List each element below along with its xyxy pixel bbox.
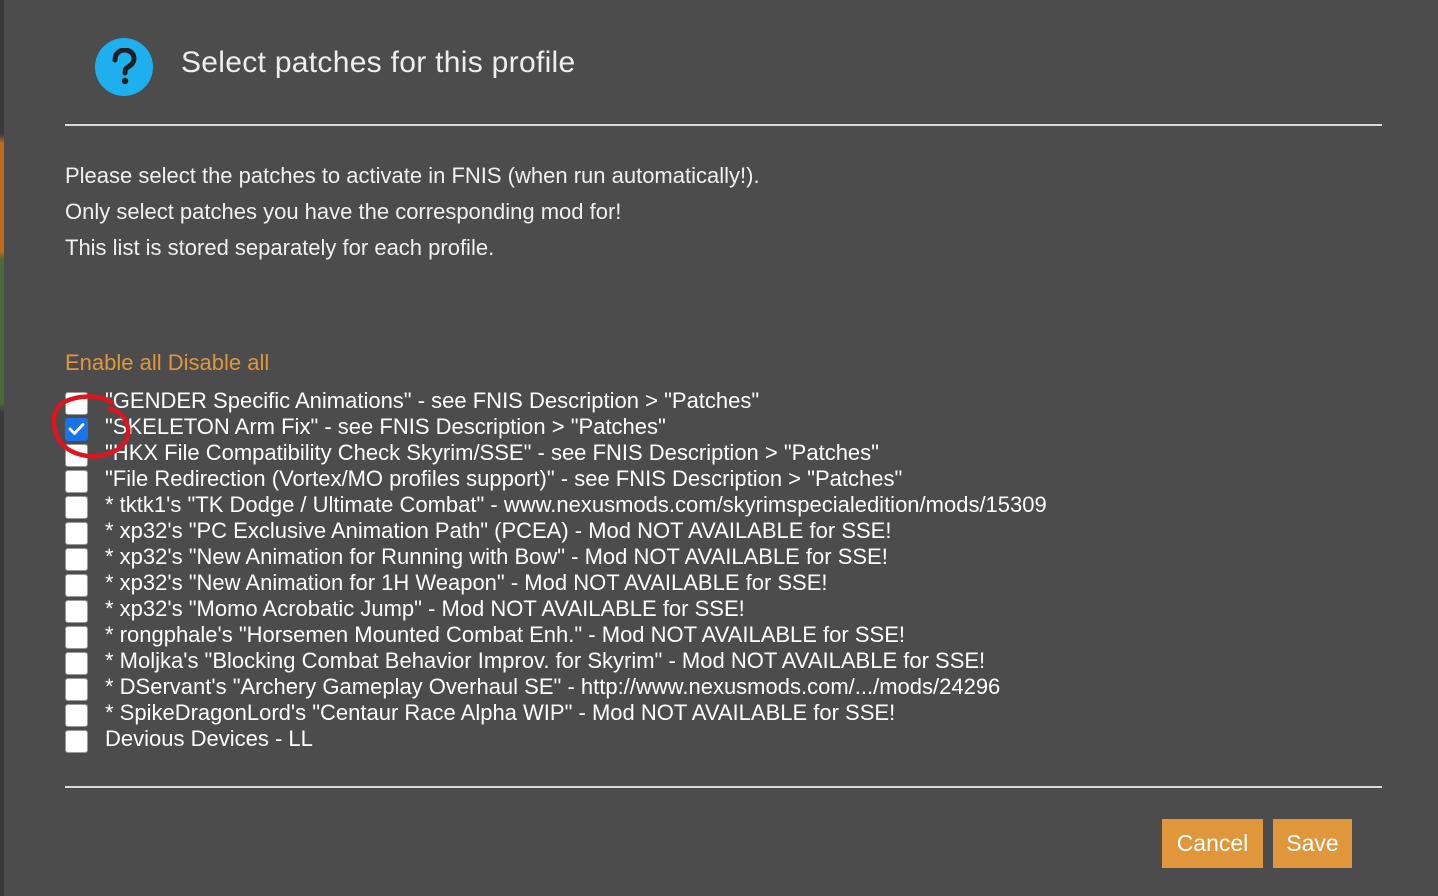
- patch-row: "File Redirection (Vortex/MO profiles su…: [65, 466, 1047, 493]
- patch-checkbox[interactable]: [65, 417, 88, 441]
- patch-checkbox[interactable]: [65, 651, 88, 675]
- disable-all-link[interactable]: Disable all: [168, 350, 270, 375]
- patch-label: * rongphale's "Horsemen Mounted Combat E…: [105, 622, 905, 647]
- patch-checkbox[interactable]: [65, 677, 88, 701]
- patch-label: "File Redirection (Vortex/MO profiles su…: [105, 466, 903, 491]
- header-divider: [65, 124, 1382, 126]
- patch-checkbox[interactable]: [65, 703, 88, 727]
- patch-row: * rongphale's "Horsemen Mounted Combat E…: [65, 622, 1047, 649]
- dialog-header: Select patches for this profile: [4, 0, 1438, 126]
- patch-row: * xp32's "Momo Acrobatic Jump" - Mod NOT…: [65, 596, 1047, 623]
- patch-label: * tktk1's "TK Dodge / Ultimate Combat" -…: [105, 492, 1047, 517]
- patch-row: * DServant's "Archery Gameplay Overhaul …: [65, 674, 1047, 701]
- patch-row: * xp32's "New Animation for Running with…: [65, 544, 1047, 571]
- dialog-title: Select patches for this profile: [181, 46, 576, 79]
- patch-row: "HKX File Compatibility Check Skyrim/SSE…: [65, 440, 1047, 467]
- patch-checkbox[interactable]: [65, 729, 88, 753]
- patch-row: * xp32's "New Animation for 1H Weapon" -…: [65, 570, 1047, 597]
- patch-label: * xp32's "New Animation for Running with…: [105, 544, 888, 569]
- patch-checkbox[interactable]: [65, 469, 88, 493]
- patch-row: * Moljka's "Blocking Combat Behavior Imp…: [65, 648, 1047, 675]
- patch-label: * SpikeDragonLord's "Centaur Race Alpha …: [105, 700, 896, 725]
- patch-checkbox[interactable]: [65, 495, 88, 519]
- save-button[interactable]: Save: [1273, 819, 1352, 868]
- dialog-description: Please select the patches to activate in…: [65, 158, 760, 266]
- patch-row: * tktk1's "TK Dodge / Ultimate Combat" -…: [65, 492, 1047, 519]
- patch-label: * DServant's "Archery Gameplay Overhaul …: [105, 674, 1001, 699]
- patch-label: * xp32's "PC Exclusive Animation Path" (…: [105, 518, 892, 543]
- patch-label: "SKELETON Arm Fix" - see FNIS Descriptio…: [105, 414, 666, 439]
- patch-row: Devious Devices - LL: [65, 726, 1047, 753]
- patch-label: * Moljka's "Blocking Combat Behavior Imp…: [105, 648, 986, 673]
- patch-checkbox[interactable]: [65, 521, 88, 545]
- patch-checkbox[interactable]: [65, 391, 88, 415]
- cancel-button[interactable]: Cancel: [1162, 819, 1263, 868]
- patch-checkbox[interactable]: [65, 625, 88, 649]
- patch-row: * SpikeDragonLord's "Centaur Race Alpha …: [65, 700, 1047, 727]
- patch-label: "GENDER Specific Animations" - see FNIS …: [105, 388, 760, 413]
- description-line: This list is stored separately for each …: [65, 235, 495, 260]
- patch-checkbox[interactable]: [65, 599, 88, 623]
- select-patches-dialog: Select patches for this profile Please s…: [4, 0, 1438, 896]
- patch-label: * xp32's "Momo Acrobatic Jump" - Mod NOT…: [105, 596, 745, 621]
- enable-all-link[interactable]: Enable all: [65, 350, 162, 375]
- description-line: Please select the patches to activate in…: [65, 163, 760, 188]
- patch-row: * xp32's "PC Exclusive Animation Path" (…: [65, 518, 1047, 545]
- patch-label: Devious Devices - LL: [105, 726, 313, 751]
- patch-list: "GENDER Specific Animations" - see FNIS …: [65, 388, 1047, 753]
- patch-row: "SKELETON Arm Fix" - see FNIS Descriptio…: [65, 414, 1047, 441]
- patch-checkbox[interactable]: [65, 443, 88, 467]
- question-mark-icon: [95, 38, 153, 96]
- description-line: Only select patches you have the corresp…: [65, 199, 622, 224]
- checkmark-icon: [68, 423, 85, 435]
- patch-label: * xp32's "New Animation for 1H Weapon" -…: [105, 570, 828, 595]
- bulk-toggle-links: Enable all Disable all: [65, 350, 269, 376]
- patch-label: "HKX File Compatibility Check Skyrim/SSE…: [105, 440, 879, 465]
- patch-checkbox[interactable]: [65, 547, 88, 571]
- footer-divider: [65, 786, 1382, 788]
- patch-row: "GENDER Specific Animations" - see FNIS …: [65, 388, 1047, 415]
- patch-checkbox[interactable]: [65, 573, 88, 597]
